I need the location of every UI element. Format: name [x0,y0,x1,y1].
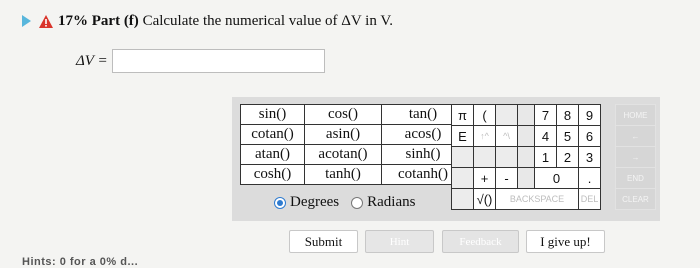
del-key[interactable]: DEL [578,188,601,210]
key-1[interactable]: 1 [534,146,557,168]
key-3[interactable]: 3 [578,146,601,168]
key-2[interactable]: 2 [556,146,579,168]
warning-icon [39,14,53,28]
minus-key[interactable]: - [495,167,518,189]
left-arrow-icon[interactable]: ← [615,125,656,147]
plus-key[interactable]: + [473,167,496,189]
sqrt-key[interactable]: √() [473,188,496,210]
keypad-spacer [517,146,535,168]
clear-key[interactable]: CLEAR [615,188,656,210]
key-9[interactable]: 9 [578,104,601,126]
dot-key[interactable]: . [578,167,601,189]
give-up-button[interactable]: I give up! [526,230,605,253]
score-percent: 17% [58,12,88,29]
submit-button[interactable]: Submit [289,230,358,253]
e-key[interactable]: E [451,125,474,147]
atan-button[interactable]: atan() [240,144,305,165]
pi-key[interactable]: π [451,104,474,126]
question-header: 17% Part (f) Calculate the numerical val… [22,9,393,33]
close-paren-key [495,104,518,126]
part-label: Part (f) [91,12,139,29]
keypad-spacer [517,167,535,189]
caret-key: ^\ [495,125,518,147]
up-arrow-key: ↑^ [473,125,496,147]
side-keys: HOME ← → END CLEAR [615,104,656,210]
function-table: sin() cos() tan() cotan() asin() acos() … [240,104,465,185]
end-key[interactable]: END [615,167,656,189]
backspace-key[interactable]: BACKSPACE [495,188,579,210]
answer-row: ΔV = [76,49,325,73]
open-paren-key[interactable]: ( [473,104,496,126]
keypad: π ( 7 8 9 E ↑^ ^\ 4 5 6 1 2 3 + - 0 . √(… [451,104,601,210]
blank-key [451,167,474,189]
key-7[interactable]: 7 [534,104,557,126]
question-title: 17% Part (f) Calculate the numerical val… [58,13,393,30]
cos-button[interactable]: cos() [304,104,382,125]
keypad-spacer [517,104,535,126]
answer-input[interactable] [111,49,325,73]
tanh-button[interactable]: tanh() [304,164,382,185]
blank-key [451,146,474,168]
acotan-button[interactable]: acotan() [304,144,382,165]
key-6[interactable]: 6 [578,125,601,147]
blank-key [451,188,474,210]
answer-label: ΔV = [76,52,108,69]
cosh-button[interactable]: cosh() [240,164,305,185]
radians-radio[interactable] [351,196,364,209]
feedback-button[interactable]: Feedback [442,230,519,253]
key-0[interactable]: 0 [534,167,579,189]
keypad-spacer [517,125,535,147]
degrees-label: Degrees [290,194,340,210]
angle-mode: Degrees Radians [274,194,415,211]
key-5[interactable]: 5 [556,125,579,147]
radians-label: Radians [367,194,416,210]
play-icon[interactable] [22,15,31,27]
question-prompt: Calculate the numerical value of ΔV in V… [142,12,393,29]
blank-key [473,146,496,168]
hints-footer: Hints: 0 for a 0% d... [22,256,139,268]
sin-button[interactable]: sin() [240,104,305,125]
cotan-button[interactable]: cotan() [240,124,305,145]
key-4[interactable]: 4 [534,125,557,147]
right-arrow-icon[interactable]: → [615,146,656,168]
asin-button[interactable]: asin() [304,124,382,145]
hint-button[interactable]: Hint [365,230,434,253]
key-8[interactable]: 8 [556,104,579,126]
home-key[interactable]: HOME [615,104,656,126]
degrees-radio[interactable] [274,196,286,209]
blank-key [495,146,518,168]
